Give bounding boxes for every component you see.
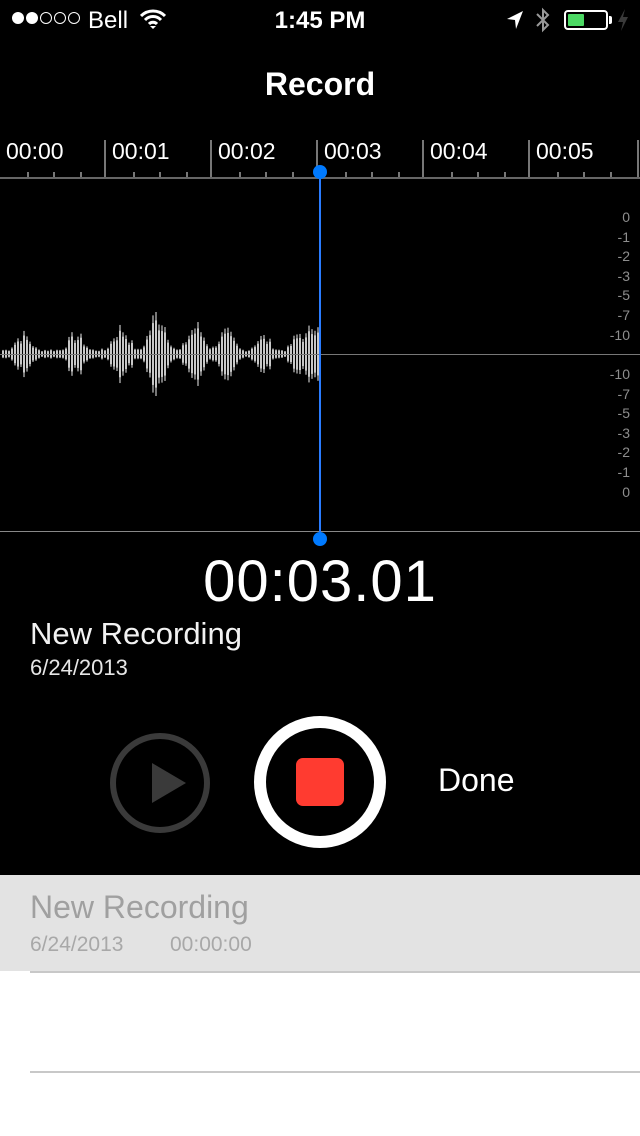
timeline-label: 00:04 — [430, 138, 488, 164]
play-icon — [152, 763, 186, 803]
recordings-list: New Recording 6/24/2013 00:00:00 — [0, 875, 640, 1136]
timeline-label: 00:03 — [324, 138, 382, 164]
level-label: -10 — [609, 366, 630, 382]
level-label: 0 — [622, 483, 630, 500]
level-label: -7 — [617, 385, 630, 402]
timeline-major-tick — [422, 140, 424, 178]
level-label: -3 — [617, 267, 630, 284]
row-divider — [30, 1071, 640, 1073]
timeline-major-tick — [104, 140, 106, 178]
status-bar: Bell 1:45 PM — [0, 0, 640, 40]
bluetooth-icon — [536, 7, 550, 33]
list-item-duration: 00:00:00 — [170, 933, 252, 956]
battery-level — [568, 14, 584, 26]
charging-bolt-icon — [618, 9, 628, 31]
list-item-date: 6/24/2013 — [30, 933, 124, 956]
timeline-major-tick — [210, 140, 212, 178]
level-label: -5 — [617, 405, 630, 422]
level-label: -10 — [609, 326, 630, 343]
timeline-label: 00:00 — [6, 138, 64, 164]
page-title: Record — [264, 66, 376, 102]
play-button[interactable] — [110, 733, 210, 833]
timeline-label: 00:02 — [218, 138, 276, 164]
row-divider — [30, 971, 640, 973]
playhead-top-handle[interactable] — [313, 165, 327, 179]
level-label: -2 — [617, 248, 630, 265]
stop-icon — [296, 758, 344, 806]
recording-name[interactable]: New Recording — [30, 616, 242, 652]
timeline-label: 00:05 — [536, 138, 594, 164]
battery-nub — [609, 16, 612, 24]
level-label: -5 — [617, 287, 630, 304]
playhead-bottom-handle[interactable] — [313, 532, 327, 546]
recording-date: 6/24/2013 — [30, 655, 128, 680]
timeline-label: 00:01 — [112, 138, 170, 164]
location-arrow-icon — [507, 11, 523, 29]
done-button[interactable]: Done — [438, 762, 515, 799]
timeline-major-tick — [637, 140, 639, 178]
list-item-name: New Recording — [30, 889, 249, 925]
level-label: -3 — [617, 424, 630, 441]
level-label: -1 — [617, 228, 630, 245]
level-label: 0 — [622, 209, 630, 225]
battery-icon — [564, 10, 608, 30]
stop-record-button[interactable] — [254, 716, 386, 848]
level-label: -2 — [617, 444, 630, 461]
level-label: -1 — [617, 464, 630, 480]
list-item[interactable]: New Recording 6/24/2013 00:00:00 — [0, 875, 640, 971]
elapsed-time: 00:03.01 — [203, 549, 437, 614]
level-label: -7 — [617, 307, 630, 323]
timeline-major-tick — [528, 140, 530, 178]
playhead-line[interactable] — [319, 172, 321, 538]
